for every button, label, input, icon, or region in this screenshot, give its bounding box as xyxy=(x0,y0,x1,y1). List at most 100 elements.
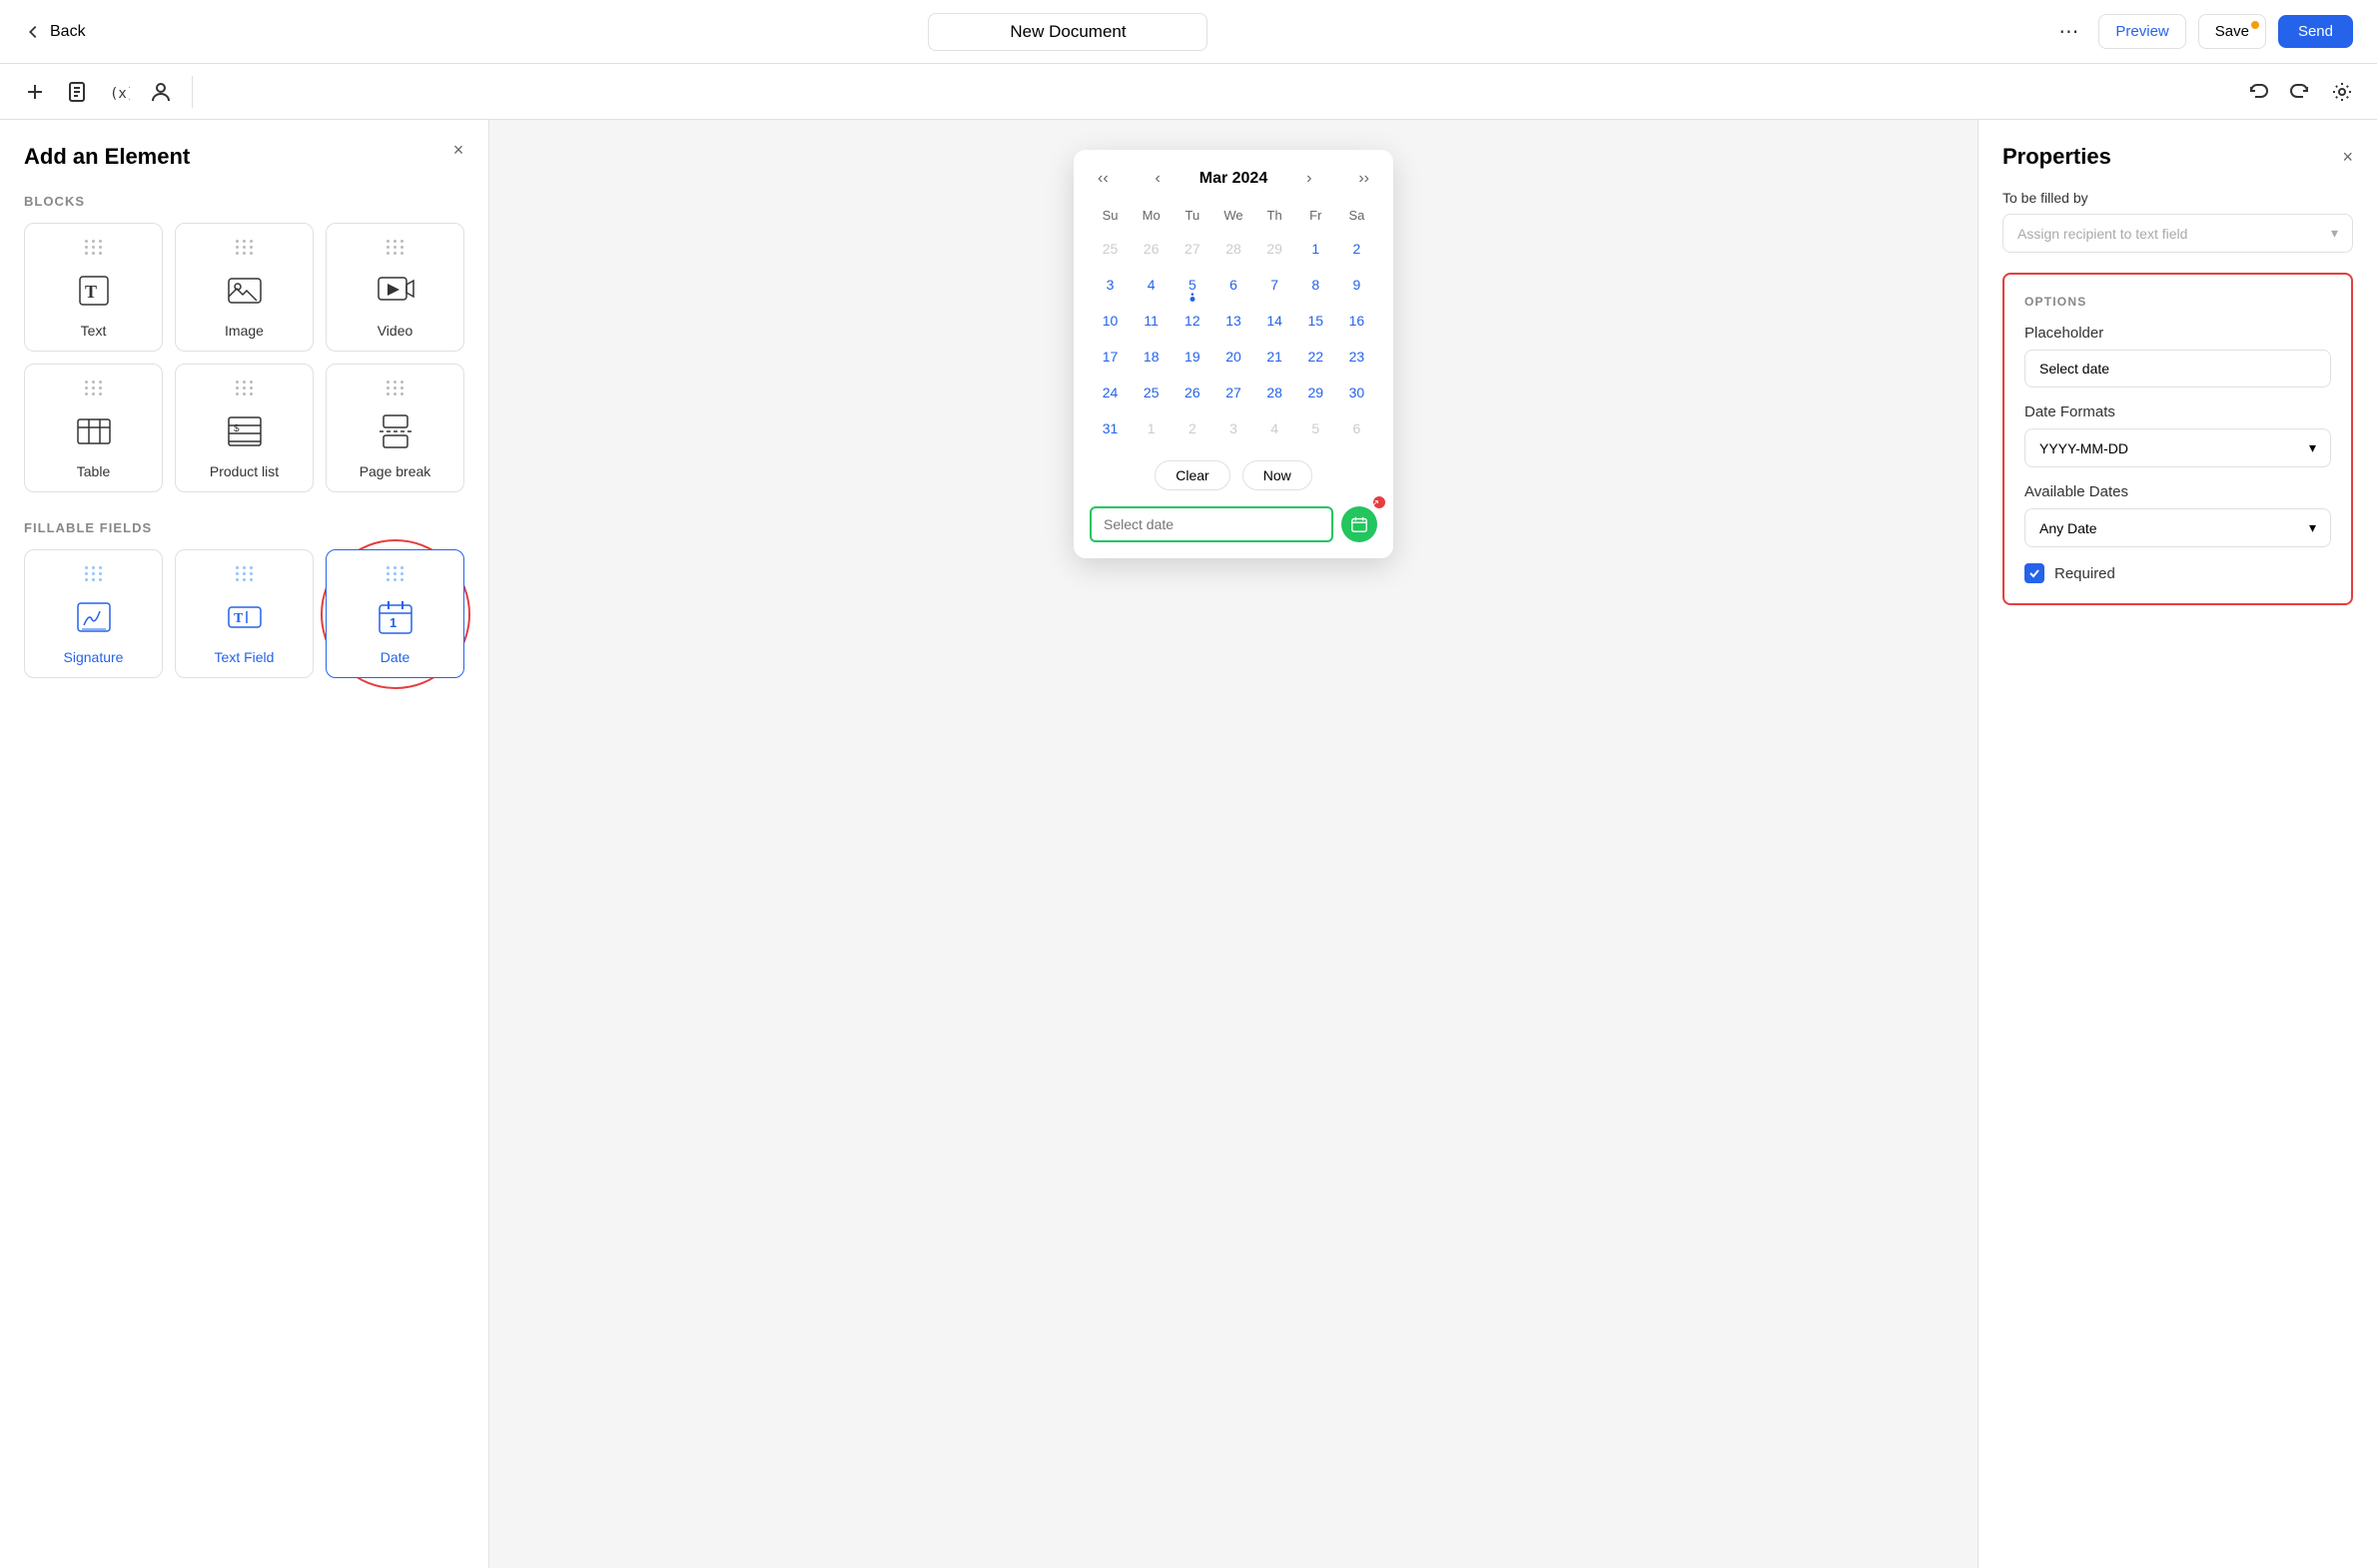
redo-button[interactable] xyxy=(2281,73,2319,111)
cal-day[interactable]: 13 xyxy=(1216,304,1250,338)
cal-day[interactable]: 2 xyxy=(1176,411,1209,445)
cal-day[interactable]: 30 xyxy=(1339,376,1373,409)
cal-day[interactable]: 6 xyxy=(1339,411,1373,445)
block-product-list[interactable]: $ Product list xyxy=(175,364,314,492)
red-arrow-indicator: ↗ xyxy=(1365,496,1385,521)
cal-day[interactable]: 7 xyxy=(1257,268,1291,302)
cal-day[interactable]: 23 xyxy=(1339,340,1373,374)
cal-day[interactable]: 3 xyxy=(1216,411,1250,445)
cal-day[interactable]: 29 xyxy=(1257,232,1291,266)
cal-day[interactable]: 28 xyxy=(1257,376,1291,409)
cal-prev-prev-button[interactable]: ‹‹ xyxy=(1090,166,1117,192)
cal-day[interactable]: 10 xyxy=(1094,304,1128,338)
variable-button[interactable]: (x) xyxy=(100,73,138,111)
clear-button[interactable]: Clear xyxy=(1155,460,1229,490)
available-dates-select[interactable]: Any Date ▾ xyxy=(2024,508,2331,547)
svg-text:↗: ↗ xyxy=(1371,498,1379,509)
back-icon xyxy=(24,23,42,41)
blocks-grid: T Text Image xyxy=(24,223,464,492)
cal-day[interactable]: 27 xyxy=(1176,232,1209,266)
back-button[interactable]: Back xyxy=(24,23,86,41)
document-icon xyxy=(66,81,88,103)
day-header-su: Su xyxy=(1090,204,1131,231)
settings-button[interactable] xyxy=(2323,73,2361,111)
required-checkbox[interactable] xyxy=(2024,563,2044,583)
placeholder-input[interactable] xyxy=(2024,350,2331,388)
preview-button[interactable]: Preview xyxy=(2098,14,2185,49)
fillable-date-wrapper: 1 Date xyxy=(326,549,464,678)
block-text[interactable]: T Text xyxy=(24,223,163,352)
now-button[interactable]: Now xyxy=(1242,460,1312,490)
cal-day[interactable]: 25 xyxy=(1094,232,1128,266)
panel-close-button[interactable]: × xyxy=(444,136,472,164)
template-button[interactable] xyxy=(58,73,96,111)
assign-recipient-placeholder: Assign recipient to text field xyxy=(2017,226,2187,242)
cal-day[interactable]: 12 xyxy=(1176,304,1209,338)
calendar-grid: Su Mo Tu We Th Fr Sa 25 26 27 28 29 1 2 … xyxy=(1090,204,1377,446)
cal-day-today[interactable]: 5 xyxy=(1176,268,1209,302)
block-table[interactable]: Table xyxy=(24,364,163,492)
block-page-break[interactable]: Page break xyxy=(326,364,464,492)
cal-day[interactable]: 5 xyxy=(1298,411,1332,445)
more-icon: ⋯ xyxy=(2058,21,2078,43)
drag-dots xyxy=(85,240,103,255)
fillable-grid: Signature T Text Field xyxy=(24,549,464,678)
cal-day[interactable]: 8 xyxy=(1298,268,1332,302)
send-button[interactable]: Send xyxy=(2278,15,2353,48)
cal-day[interactable]: 22 xyxy=(1298,340,1332,374)
svg-text:T: T xyxy=(85,282,97,302)
person-button[interactable] xyxy=(142,73,180,111)
cal-day[interactable]: 17 xyxy=(1094,340,1128,374)
more-options-button[interactable]: ⋯ xyxy=(2050,15,2086,48)
cal-day[interactable]: 9 xyxy=(1339,268,1373,302)
cal-day[interactable]: 26 xyxy=(1176,376,1209,409)
select-date-input[interactable] xyxy=(1090,506,1333,542)
cal-day[interactable]: 21 xyxy=(1257,340,1291,374)
undo-button[interactable] xyxy=(2239,73,2277,111)
cal-day[interactable]: 3 xyxy=(1094,268,1128,302)
properties-close-button[interactable]: × xyxy=(2342,147,2353,168)
cal-day[interactable]: 29 xyxy=(1298,376,1332,409)
fillable-signature[interactable]: Signature xyxy=(24,549,163,678)
cal-day[interactable]: 20 xyxy=(1216,340,1250,374)
assign-recipient-select[interactable]: Assign recipient to text field ▾ xyxy=(2002,214,2353,253)
cal-day[interactable]: 31 xyxy=(1094,411,1128,445)
image-block-icon xyxy=(225,269,265,313)
cal-day[interactable]: 15 xyxy=(1298,304,1332,338)
block-image[interactable]: Image xyxy=(175,223,314,352)
date-format-select[interactable]: YYYY-MM-DD ▾ xyxy=(2024,428,2331,467)
cal-day[interactable]: 16 xyxy=(1339,304,1373,338)
cal-day[interactable]: 14 xyxy=(1257,304,1291,338)
cal-day[interactable]: 1 xyxy=(1135,411,1169,445)
properties-title: Properties xyxy=(2002,144,2111,170)
cal-day[interactable]: 6 xyxy=(1216,268,1250,302)
cal-day[interactable]: 25 xyxy=(1135,376,1169,409)
cal-day[interactable]: 19 xyxy=(1176,340,1209,374)
cal-day[interactable]: 24 xyxy=(1094,376,1128,409)
cal-prev-button[interactable]: ‹ xyxy=(1148,166,1169,192)
block-video[interactable]: Video xyxy=(326,223,464,352)
add-button[interactable] xyxy=(16,73,54,111)
fillable-date[interactable]: 1 Date xyxy=(326,549,464,678)
cal-day[interactable]: 1 xyxy=(1298,232,1332,266)
cal-day[interactable]: 11 xyxy=(1135,304,1169,338)
fillable-text-field[interactable]: T Text Field xyxy=(175,549,314,678)
cal-day[interactable]: 27 xyxy=(1216,376,1250,409)
cal-day[interactable]: 26 xyxy=(1135,232,1169,266)
cal-day[interactable]: 18 xyxy=(1135,340,1169,374)
cal-day[interactable]: 28 xyxy=(1216,232,1250,266)
save-button[interactable]: Save xyxy=(2198,14,2266,49)
cal-next-button[interactable]: › xyxy=(1298,166,1319,192)
document-title-input[interactable] xyxy=(928,13,1207,51)
available-dates-option: Available Dates Any Date ▾ xyxy=(2024,483,2331,547)
options-title: OPTIONS xyxy=(2024,295,2331,309)
cal-day[interactable]: 2 xyxy=(1339,232,1373,266)
canvas-area: ‹‹ ‹ Mar 2024 › ›› Su Mo Tu We Th Fr Sa … xyxy=(489,120,1978,1568)
cal-day[interactable]: 4 xyxy=(1257,411,1291,445)
cal-next-next-button[interactable]: ›› xyxy=(1350,166,1377,192)
svg-text:T: T xyxy=(234,611,244,626)
cal-day[interactable]: 4 xyxy=(1135,268,1169,302)
fillable-section-label: FILLABLE FIELDS xyxy=(24,520,464,535)
product-list-block-label: Product list xyxy=(210,463,279,479)
date-formats-label: Date Formats xyxy=(2024,403,2331,420)
